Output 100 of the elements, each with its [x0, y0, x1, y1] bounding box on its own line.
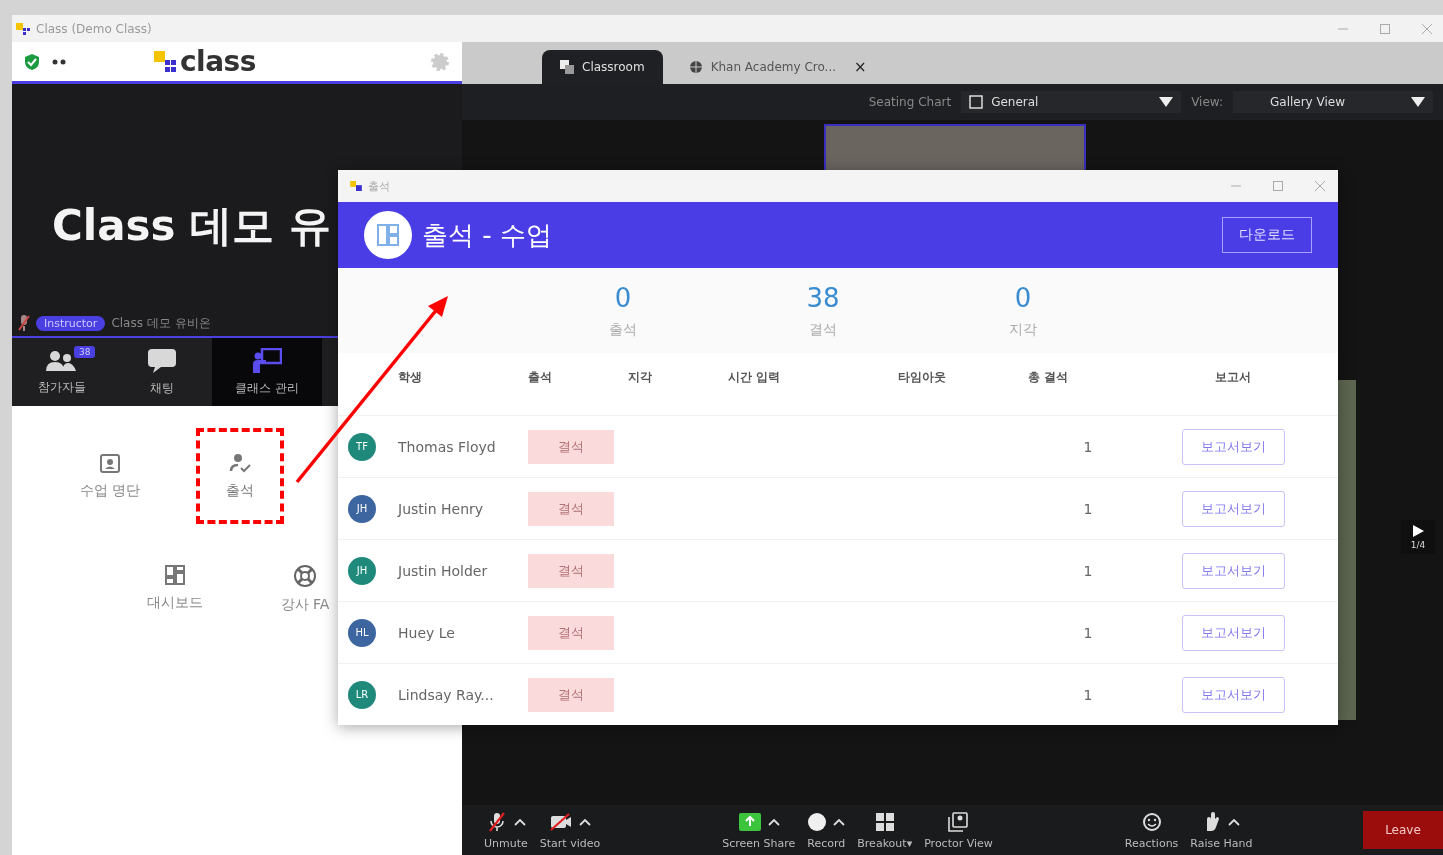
maximize-icon[interactable] [1379, 22, 1391, 35]
window-title: Class (Demo Class) [36, 21, 153, 36]
student-name: Justin Holder [398, 562, 488, 579]
view-dropdown[interactable]: Gallery View [1233, 91, 1433, 113]
student-name: Justin Henry [398, 500, 484, 517]
smiley-icon [1141, 812, 1162, 832]
caret-icon[interactable] [1228, 818, 1241, 826]
total-absences: 1 [1083, 562, 1093, 579]
view-report-button[interactable]: 보고서보기 [1181, 428, 1285, 465]
video-title: Class 데모 유 [52, 200, 331, 252]
total-absences: 1 [1083, 500, 1093, 517]
view-label: View: [1191, 95, 1223, 109]
tool-item[interactable]: 수업 명단 [73, 428, 147, 524]
toolbar-button[interactable]: Screen Share [716, 810, 802, 850]
avatar: JH [348, 556, 376, 585]
view-report-button[interactable]: 보고서보기 [1181, 490, 1285, 527]
browser-tab[interactable]: Classroom [542, 50, 663, 84]
stat-label: 지각 [1009, 320, 1037, 339]
record-icon [807, 812, 828, 832]
stat-label: 결석 [809, 320, 837, 339]
people-icon [45, 348, 79, 373]
logo-mark-icon [154, 50, 176, 73]
view-report-button[interactable]: 보고서보기 [1181, 552, 1285, 589]
shield-check-icon [24, 52, 40, 71]
download-button[interactable]: 다운로드 [1222, 217, 1312, 254]
toolbar-button[interactable]: Record [801, 810, 852, 850]
dialog-title: 출석 - 수업 [422, 218, 553, 252]
stat-value: 38 [806, 282, 840, 313]
windows-icon [560, 60, 574, 74]
participant-name: Class 데모 유비온 [111, 314, 211, 332]
stat-value: 0 [1014, 282, 1032, 313]
caret-icon[interactable] [513, 818, 526, 826]
status-tag: 결석 [528, 491, 614, 526]
column-header: 총 결석 [1028, 368, 1069, 386]
status-tag: 결석 [528, 553, 614, 588]
stat-value: 0 [614, 282, 632, 313]
column-header: 지각 [628, 368, 652, 386]
toolbar-button[interactable]: Raise Hand [1184, 810, 1259, 850]
total-absences: 1 [1083, 624, 1093, 641]
caret-icon[interactable] [579, 818, 591, 826]
grid-icon [874, 812, 895, 832]
person-check-icon [228, 452, 252, 474]
column-header: 보고서 [1215, 368, 1251, 386]
dashboard-icon [164, 564, 186, 586]
dropdown-arrow-icon [1411, 97, 1425, 107]
app-logo-icon [350, 181, 362, 192]
muted-mic-icon [18, 314, 30, 332]
stat-label: 출석 [609, 320, 637, 339]
toolbar-button[interactable]: Unmute [478, 810, 534, 850]
panel-tab[interactable]: 채팅 [112, 338, 212, 406]
status-tag: 결석 [528, 677, 614, 712]
play-icon [1411, 524, 1425, 538]
avatar: JH [348, 494, 376, 523]
maximize-icon[interactable] [1272, 180, 1284, 193]
column-header: 학생 [398, 368, 422, 386]
view-report-button[interactable]: 보고서보기 [1181, 676, 1285, 713]
toolbar-button[interactable]: Reactions [1118, 810, 1185, 850]
role-badge: Instructor [36, 315, 106, 331]
caret-icon[interactable] [767, 818, 780, 826]
lifebuoy-icon [293, 564, 317, 588]
student-name: Huey Le [398, 624, 455, 641]
total-absences: 1 [1083, 438, 1093, 455]
caret-icon[interactable] [833, 818, 846, 826]
close-tab-icon[interactable]: × [854, 58, 867, 76]
column-header: 시간 입력 [728, 368, 781, 386]
panel-tab[interactable]: 참가자들 38 [12, 338, 112, 406]
window-title: 출석 [368, 178, 390, 194]
checkbox-icon [969, 95, 984, 109]
video-off-icon [549, 812, 573, 832]
toolbar-button[interactable]: Proctor View [918, 810, 999, 850]
toolbar-button[interactable]: Start video [533, 810, 607, 850]
student-name: Thomas Floyd [398, 438, 496, 455]
app-logo-icon [16, 22, 30, 35]
avatar: TF [348, 432, 376, 461]
column-header: 타임아웃 [898, 368, 946, 386]
globe-icon [688, 60, 703, 74]
column-header: 출석 [528, 368, 552, 386]
student-name: Lindsay Ray... [398, 686, 494, 703]
total-absences: 1 [1083, 686, 1093, 703]
panel-tab[interactable]: 클래스 관리 [212, 338, 322, 406]
logo-text: class [180, 45, 256, 78]
toolbar-button[interactable]: Breakout▾ [851, 810, 919, 850]
share-screen-icon [737, 812, 762, 832]
dropdown-arrow-icon [1159, 97, 1174, 107]
id-card-icon [99, 452, 121, 474]
seating-chart-label: Seating Chart [868, 95, 952, 109]
avatar: HL [348, 618, 376, 647]
leave-button[interactable]: Leave [1363, 811, 1443, 849]
layout-icon [364, 211, 412, 260]
status-tag: 결석 [528, 429, 614, 464]
close-icon[interactable] [1314, 180, 1326, 193]
settings-icon[interactable] [430, 51, 450, 72]
tool-item[interactable]: 강사 FA [274, 540, 336, 638]
view-report-button[interactable]: 보고서보기 [1181, 614, 1285, 651]
browser-tab[interactable]: Khan Academy Cro... × [670, 50, 885, 84]
tool-item[interactable]: 출석 [196, 428, 284, 524]
next-page-button[interactable]: 1/4 [1401, 520, 1435, 554]
close-icon[interactable] [1421, 22, 1433, 35]
seating-chart-dropdown[interactable]: General [961, 91, 1182, 113]
tool-item[interactable]: 대시보드 [141, 540, 209, 638]
